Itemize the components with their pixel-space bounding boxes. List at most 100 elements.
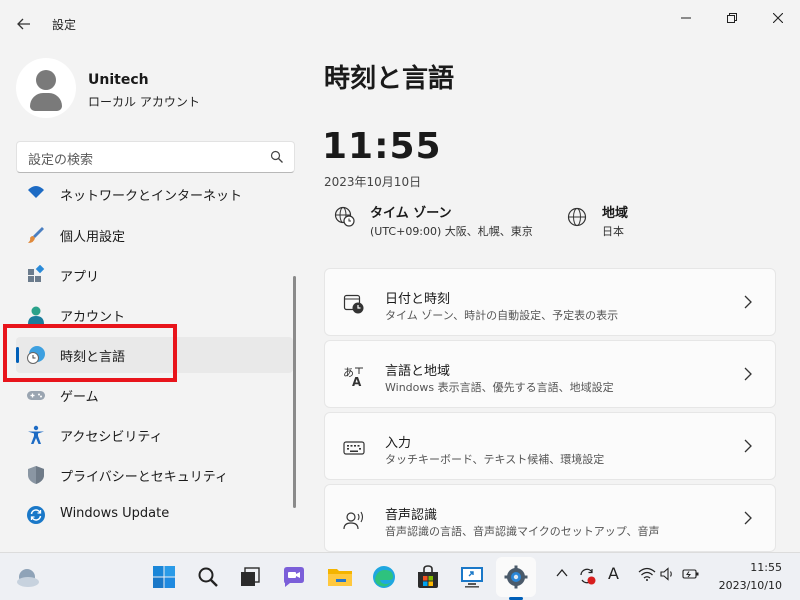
sidebar-item-label: ゲーム	[60, 390, 99, 405]
chat-camera-icon	[284, 567, 304, 587]
sync-alert-icon	[580, 568, 596, 585]
calendar-clock-icon	[343, 294, 364, 314]
account-type: ローカル アカウント	[88, 95, 200, 109]
restore-icon	[727, 13, 737, 23]
typing-card[interactable]: 入力 タッチキーボード、テキスト候補、環境設定	[324, 412, 776, 480]
language-region-card[interactable]: あA 言語と地域 Windows 表示言語、優先する言語、地域設定	[324, 340, 776, 408]
remote-desktop-button[interactable]	[458, 563, 486, 591]
restore-button[interactable]	[720, 8, 744, 28]
sidebar-item-privacy[interactable]: プライバシーとセキュリティ	[16, 457, 293, 493]
weather-widget[interactable]	[14, 563, 42, 591]
wifi-button[interactable]	[638, 567, 656, 585]
folder-icon	[328, 569, 352, 586]
file-explorer-button[interactable]	[326, 563, 354, 591]
card-subtitle: 音声認識の言語、音声認識マイクのセットアップ、音声	[385, 525, 660, 538]
avatar	[16, 58, 76, 118]
shield-icon	[28, 466, 44, 484]
chat-button[interactable]	[280, 563, 308, 591]
start-button[interactable]	[150, 563, 178, 591]
sidebar-scrollbar[interactable]	[293, 276, 296, 508]
window-title: 設定	[52, 18, 77, 32]
chevron-up-icon	[556, 568, 568, 577]
current-time: 11:55	[322, 126, 442, 167]
region-value: 日本	[602, 225, 624, 238]
sidebar-item-gaming[interactable]: ゲーム	[16, 377, 293, 413]
sidebar-item-label: 個人用設定	[60, 230, 126, 245]
minimize-button[interactable]	[674, 8, 698, 28]
search-icon	[198, 567, 218, 587]
sidebar-item-personalization[interactable]: 個人用設定	[16, 217, 293, 253]
wifi-icon	[638, 567, 656, 581]
chevron-right-icon	[744, 511, 752, 525]
title-bar: 設定	[0, 0, 800, 48]
sync-status-button[interactable]	[578, 567, 596, 589]
network-icon	[28, 186, 44, 198]
settings-taskbar-button[interactable]	[502, 563, 530, 591]
sidebar-item-apps[interactable]: アプリ	[16, 257, 293, 293]
taskbar: A 11:55 2023/10/10	[0, 552, 800, 600]
search-input[interactable]: 設定の検索	[16, 141, 295, 173]
timezone-info: タイム ゾーン (UTC+09:00) 大阪、札幌、東京	[334, 202, 544, 238]
sidebar-item-label: プライバシーとセキュリティ	[60, 470, 228, 485]
card-title: 日付と時刻	[385, 292, 451, 307]
speech-card[interactable]: 音声認識 音声認識の言語、音声認識マイクのセットアップ、音声	[324, 484, 776, 552]
language-icon: あA	[343, 366, 363, 387]
volume-icon	[660, 567, 672, 581]
tray-overflow-button[interactable]	[556, 567, 568, 583]
region-title: 地域	[602, 206, 629, 221]
card-title: 言語と地域	[385, 364, 451, 379]
windows-logo-icon	[153, 566, 175, 588]
volume-button[interactable]	[660, 567, 676, 585]
accessibility-icon	[28, 425, 44, 444]
card-subtitle: タッチキーボード、テキスト候補、環境設定	[385, 453, 605, 466]
card-title: 入力	[385, 436, 412, 451]
sidebar-item-label: アクセシビリティ	[60, 430, 163, 445]
back-button[interactable]	[12, 12, 36, 36]
region-info: 地域 日本	[566, 202, 666, 238]
sidebar-item-accessibility[interactable]: アクセシビリティ	[16, 417, 293, 453]
card-subtitle: タイム ゾーン、時計の自動設定、予定表の表示	[385, 309, 619, 322]
apps-icon	[28, 265, 45, 282]
battery-plug-icon	[682, 569, 699, 579]
card-subtitle: Windows 表示言語、優先する言語、地域設定	[385, 381, 614, 394]
keyboard-icon	[343, 441, 365, 455]
globe-icon	[567, 207, 587, 227]
main-content: 時刻と言語 11:55 2023年10月10日 タイム ゾーン (UTC+09:…	[300, 48, 800, 552]
search-placeholder: 設定の検索	[28, 153, 94, 168]
page-title: 時刻と言語	[324, 64, 455, 94]
search-icon[interactable]	[270, 150, 284, 164]
card-title: 音声認識	[385, 508, 438, 523]
profile-card[interactable]: Unitech ローカル アカウント	[16, 58, 286, 118]
sidebar-item-label: ネットワークとインターネット	[60, 189, 243, 204]
task-view-button[interactable]	[236, 563, 264, 591]
sidebar-item-network[interactable]: ネットワークとインターネット	[16, 182, 293, 212]
taskbar-time[interactable]: 11:55	[750, 561, 782, 574]
taskbar-date[interactable]: 2023/10/10	[719, 579, 782, 592]
profile-name: Unitech	[88, 72, 149, 88]
current-date: 2023年10月10日	[324, 175, 422, 189]
edge-icon	[373, 566, 395, 588]
sidebar-item-label: Windows Update	[60, 506, 170, 521]
ime-indicator[interactable]: A	[608, 564, 619, 583]
minimize-icon	[681, 17, 691, 19]
globe-clock-icon	[334, 206, 355, 227]
date-time-card[interactable]: 日付と時刻 タイム ゾーン、時計の自動設定、予定表の表示	[324, 268, 776, 336]
store-button[interactable]	[414, 563, 442, 591]
sidebar: Unitech ローカル アカウント 設定の検索 ネットワークとインターネット …	[0, 48, 300, 552]
sidebar-item-windows-update[interactable]: Windows Update	[16, 497, 293, 533]
task-view-icon	[241, 567, 260, 586]
timezone-value: (UTC+09:00) 大阪、札幌、東京	[370, 225, 533, 238]
battery-button[interactable]	[682, 567, 700, 585]
timezone-title: タイム ゾーン	[370, 206, 452, 221]
speech-icon	[343, 511, 364, 530]
taskbar-search-button[interactable]	[194, 563, 222, 591]
chevron-right-icon	[744, 295, 752, 309]
close-button[interactable]	[766, 8, 790, 28]
brush-icon	[28, 227, 44, 243]
svg-text:A: A	[352, 375, 362, 387]
back-arrow-icon	[17, 18, 30, 30]
chevron-right-icon	[744, 439, 752, 453]
windows-update-icon	[27, 506, 45, 524]
settings-window: 設定 Unitech ローカル アカウント 設定の検索 ネットワークとインターネ…	[0, 0, 800, 552]
edge-browser-button[interactable]	[370, 563, 398, 591]
